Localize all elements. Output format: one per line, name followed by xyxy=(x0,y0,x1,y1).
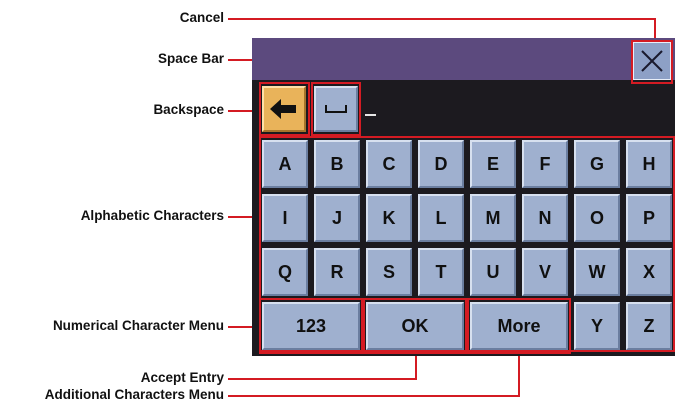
callout-accept: Accept Entry xyxy=(140,370,224,385)
text-cursor xyxy=(365,114,376,116)
leader-additional-h xyxy=(228,395,520,397)
callout-additional: Additional Characters Menu xyxy=(44,387,224,402)
callout-cancel: Cancel xyxy=(179,10,224,25)
highlight-more xyxy=(467,298,571,354)
leader-accept-h xyxy=(228,378,417,380)
callout-alphabetic: Alphabetic Characters xyxy=(80,208,224,223)
highlight-cancel xyxy=(631,40,673,84)
highlight-backspace xyxy=(259,82,310,136)
highlight-ok xyxy=(363,298,467,354)
callout-space-bar: Space Bar xyxy=(157,51,224,66)
title-bar xyxy=(252,38,675,80)
callout-numerical: Numerical Character Menu xyxy=(52,318,224,333)
leader-cancel-v xyxy=(654,18,656,40)
leader-cancel-h xyxy=(228,18,656,20)
callout-backspace: Backspace xyxy=(153,102,224,117)
highlight-numbers xyxy=(259,298,363,354)
highlight-space-bar xyxy=(311,82,361,136)
leader-additional-v xyxy=(518,350,520,397)
